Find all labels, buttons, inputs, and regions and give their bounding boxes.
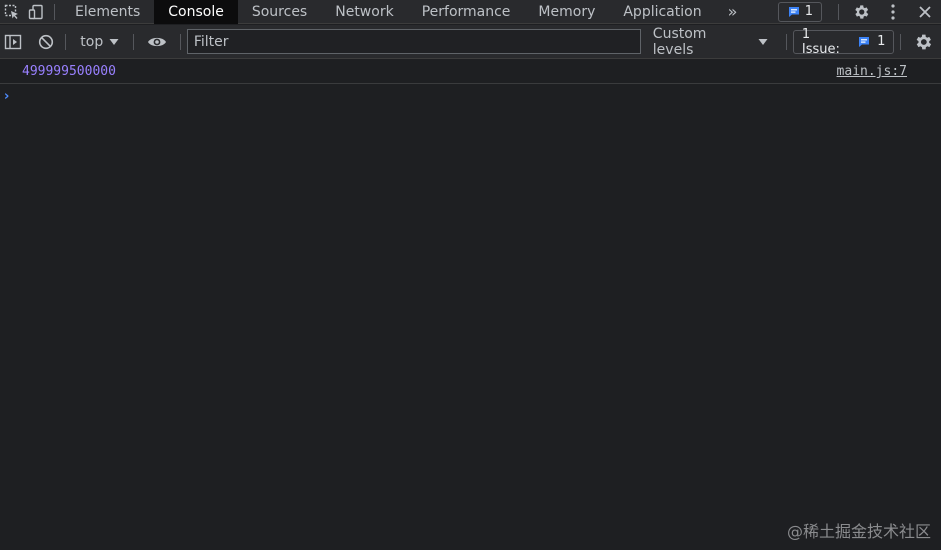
- tab-console[interactable]: Console: [154, 0, 238, 24]
- toolbar-divider: [54, 3, 55, 20]
- messages-badge-button[interactable]: 1: [777, 1, 822, 22]
- devtools-tab-bar: Elements Console Sources Network Perform…: [0, 0, 941, 24]
- log-levels-label: Custom levels: [652, 25, 707, 58]
- dropdown-arrow-icon: [758, 38, 768, 46]
- dropdown-arrow-icon: [109, 38, 119, 46]
- console-settings-gear-icon[interactable]: [907, 30, 939, 54]
- prompt-chevron-icon: ›: [4, 88, 10, 104]
- console-output[interactable]: 499999500000 main.js:7 ›: [0, 60, 941, 550]
- eye-icon[interactable]: [144, 29, 170, 55]
- toolbar-divider: [179, 33, 181, 50]
- tab-memory[interactable]: Memory: [524, 0, 609, 24]
- device-toolbar-icon[interactable]: [24, 0, 48, 24]
- inspect-element-icon[interactable]: [0, 0, 24, 24]
- tab-performance[interactable]: Performance: [408, 0, 525, 24]
- clear-console-icon[interactable]: [34, 29, 60, 55]
- issues-count: 1: [877, 34, 886, 49]
- toolbar-divider: [785, 33, 787, 50]
- context-selector-label: top: [80, 33, 104, 50]
- source-link[interactable]: main.js:7: [837, 64, 907, 79]
- watermark: @稀土掘金技术社区: [786, 522, 931, 541]
- toolbar-divider: [900, 33, 902, 50]
- console-message-value: 499999500000: [22, 64, 116, 79]
- message-icon: [787, 5, 801, 19]
- messages-badge-count: 1: [804, 4, 813, 19]
- chevron-double-right-icon[interactable]: »: [716, 0, 750, 24]
- context-selector[interactable]: top: [72, 29, 127, 55]
- filter-input[interactable]: [186, 29, 641, 54]
- console-message: 499999500000 main.js:7: [0, 60, 941, 84]
- close-icon[interactable]: [909, 0, 941, 24]
- message-icon: [857, 35, 871, 49]
- console-toolbar: top Custom levels 1 Issue: 1: [0, 25, 941, 59]
- toolbar-divider: [838, 3, 839, 20]
- tab-application[interactable]: Application: [609, 0, 715, 24]
- tab-sources[interactable]: Sources: [238, 0, 321, 24]
- issues-label: 1 Issue:: [801, 26, 840, 57]
- tab-elements[interactable]: Elements: [61, 0, 154, 24]
- toolbar-divider: [65, 33, 67, 50]
- toolbar-divider: [133, 33, 135, 50]
- show-sidebar-icon[interactable]: [0, 29, 26, 55]
- tab-network[interactable]: Network: [321, 0, 407, 24]
- console-prompt[interactable]: ›: [0, 84, 941, 108]
- more-options-icon[interactable]: [877, 0, 909, 24]
- settings-gear-icon[interactable]: [845, 0, 877, 24]
- issues-button[interactable]: 1 Issue: 1: [792, 26, 895, 57]
- log-levels-dropdown[interactable]: Custom levels: [641, 26, 780, 58]
